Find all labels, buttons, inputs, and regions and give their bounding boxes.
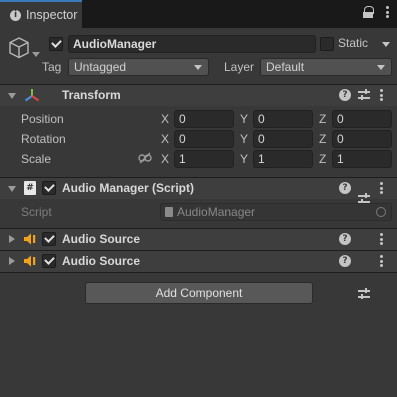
- position-label: Position: [21, 112, 64, 126]
- fold-open-icon[interactable]: [8, 186, 16, 192]
- axis-y-label: Y: [240, 112, 249, 126]
- constrain-proportions-icon[interactable]: [138, 152, 152, 164]
- help-icon[interactable]: ?: [339, 233, 351, 245]
- layer-dropdown[interactable]: Default: [260, 58, 392, 76]
- audio-source-title: Audio Source: [62, 254, 141, 268]
- chevron-down-icon: [377, 65, 385, 70]
- speaker-icon: [24, 233, 36, 245]
- layer-value: Default: [266, 60, 305, 74]
- gameobject-cube-icon: [9, 37, 29, 59]
- transform-title: Transform: [62, 88, 121, 102]
- script-field: AudioManager: [160, 203, 392, 221]
- transform-axes-icon: [24, 89, 40, 102]
- axis-z-label: Z: [319, 132, 327, 146]
- more-options-icon[interactable]: [379, 255, 383, 267]
- rotation-y-field[interactable]: 0: [253, 130, 313, 148]
- help-icon[interactable]: ?: [339, 89, 351, 101]
- static-label: Static: [338, 36, 369, 50]
- position-z-field[interactable]: 0: [332, 110, 392, 128]
- tag-label: Tag: [42, 60, 62, 74]
- more-options-icon[interactable]: [379, 89, 383, 101]
- divider: [0, 272, 397, 273]
- speaker-icon: [24, 255, 36, 267]
- more-options-icon[interactable]: [379, 182, 383, 194]
- help-icon[interactable]: ?: [339, 182, 351, 194]
- position-y-field[interactable]: 0: [253, 110, 313, 128]
- position-x-field[interactable]: 0: [174, 110, 234, 128]
- active-checkbox[interactable]: [49, 37, 63, 51]
- fold-closed-icon[interactable]: [9, 235, 15, 243]
- scale-label: Scale: [21, 152, 52, 166]
- rotation-x-field[interactable]: 0: [174, 130, 234, 148]
- axis-z-label: Z: [319, 112, 327, 126]
- tag-value: Untagged: [74, 60, 127, 74]
- chevron-down-icon: [194, 65, 202, 70]
- help-icon[interactable]: ?: [339, 255, 351, 267]
- audio-manager-title: Audio Manager (Script): [62, 181, 195, 195]
- audio-source-enabled-checkbox[interactable]: [42, 232, 56, 246]
- audio-source-header[interactable]: [0, 250, 397, 272]
- tab-inspector[interactable]: i Inspector: [0, 0, 82, 28]
- static-checkbox[interactable]: [320, 37, 334, 51]
- scale-x-field[interactable]: 1: [174, 150, 234, 168]
- scale-y-field[interactable]: 1: [253, 150, 313, 168]
- axis-z-label: Z: [319, 152, 327, 166]
- axis-x-label: X: [161, 152, 170, 166]
- tab-actions: [363, 6, 389, 18]
- script-file-icon: [165, 207, 173, 217]
- presets-icon[interactable]: [358, 288, 370, 299]
- csharp-script-icon: #: [24, 181, 36, 195]
- axis-y-label: Y: [240, 152, 249, 166]
- more-options-icon[interactable]: [385, 6, 389, 18]
- layer-label: Layer: [224, 60, 255, 74]
- add-component-button[interactable]: Add Component: [85, 282, 313, 304]
- tab-label: Inspector: [26, 8, 78, 22]
- rotation-label: Rotation: [21, 132, 66, 146]
- tag-dropdown[interactable]: Untagged: [68, 58, 209, 76]
- lock-icon[interactable]: [363, 6, 374, 18]
- info-icon: i: [10, 9, 21, 21]
- icon-dropdown-caret-icon[interactable]: [32, 52, 40, 58]
- audio-source-header[interactable]: [0, 228, 397, 250]
- transform-header[interactable]: [0, 84, 397, 106]
- rotation-z-field[interactable]: 0: [332, 130, 392, 148]
- more-options-icon[interactable]: [379, 233, 383, 245]
- axis-x-label: X: [161, 132, 170, 146]
- fold-closed-icon[interactable]: [9, 257, 15, 265]
- script-label: Script: [21, 205, 52, 219]
- audio-source-title: Audio Source: [62, 232, 141, 246]
- script-value: AudioManager: [177, 205, 256, 219]
- scale-z-field[interactable]: 1: [332, 150, 392, 168]
- axis-y-label: Y: [240, 132, 249, 146]
- audio-manager-header[interactable]: [0, 177, 397, 199]
- axis-x-label: X: [161, 112, 170, 126]
- fold-open-icon[interactable]: [8, 93, 16, 99]
- audio-manager-enabled-checkbox[interactable]: [42, 181, 56, 195]
- object-name-field[interactable]: AudioManager: [68, 35, 316, 53]
- audio-source-enabled-checkbox[interactable]: [42, 254, 56, 268]
- static-dropdown-caret-icon[interactable]: [382, 42, 390, 47]
- presets-icon[interactable]: [358, 89, 370, 100]
- object-picker-icon[interactable]: [376, 207, 386, 217]
